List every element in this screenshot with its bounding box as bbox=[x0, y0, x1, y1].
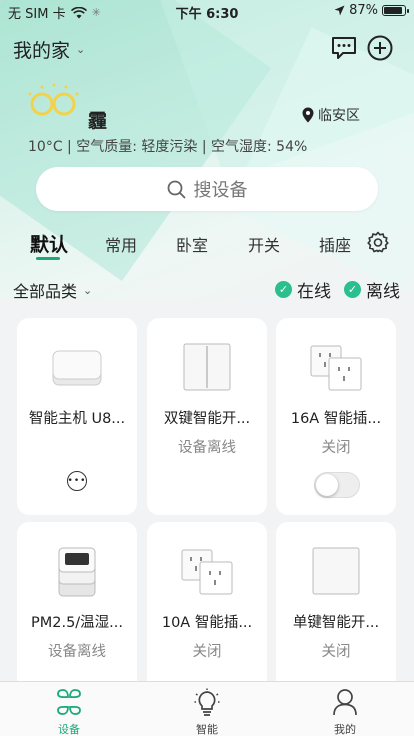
weather-condition: 霾 bbox=[88, 110, 108, 132]
location-arrow-icon bbox=[334, 5, 345, 16]
search-placeholder: 搜设备 bbox=[193, 180, 248, 201]
location[interactable]: 临安区 bbox=[302, 105, 360, 125]
chevron-down-icon: ⌄ bbox=[83, 283, 93, 297]
device-status: 关闭 bbox=[321, 440, 351, 456]
bottom-nav: 设备 智能 我的 bbox=[0, 681, 414, 736]
device-status: 关闭 bbox=[321, 644, 351, 660]
nav-profile[interactable]: 我的 bbox=[276, 682, 414, 736]
single-switch-icon bbox=[312, 547, 360, 595]
tab-default[interactable]: 默认 bbox=[30, 230, 68, 257]
device-card[interactable]: 16A 智能插... 关闭 bbox=[276, 318, 396, 515]
socket-16a-icon bbox=[310, 345, 362, 391]
tab-sockets[interactable]: 插座 bbox=[319, 232, 351, 256]
nav-label: 我的 bbox=[334, 723, 356, 736]
tab-switches[interactable]: 开关 bbox=[248, 232, 280, 256]
hub-icon bbox=[52, 350, 102, 386]
status-bar: 无 SIM 卡 ✳ 下午 6:30 87% bbox=[0, 0, 414, 22]
location-label: 临安区 bbox=[318, 108, 360, 124]
battery-percent: 87% bbox=[349, 3, 378, 18]
room-tabs: 默认 常用 卧室 开关 插座 bbox=[0, 228, 414, 262]
weather-details: 10°C | 空气质量: 轻度污染 | 空气湿度: 54% bbox=[28, 139, 308, 155]
chevron-down-icon: ⌄ bbox=[76, 43, 86, 56]
power-toggle[interactable] bbox=[314, 472, 360, 498]
online-label: 在线 bbox=[297, 282, 331, 302]
home-name: 我的家 bbox=[13, 40, 71, 62]
air-sensor-icon bbox=[58, 547, 96, 597]
active-tab-indicator bbox=[36, 257, 60, 260]
device-status: 设备离线 bbox=[48, 644, 106, 660]
nav-label: 智能 bbox=[196, 723, 218, 736]
device-name: 双键智能开... bbox=[163, 411, 251, 427]
search-icon bbox=[167, 180, 185, 198]
home-selector[interactable]: 我的家 ⌄ bbox=[13, 36, 85, 63]
online-filter[interactable]: ✓ 在线 bbox=[275, 277, 331, 302]
device-name: PM2.5/温湿... bbox=[30, 615, 124, 631]
device-name: 单键智能开... bbox=[292, 615, 380, 631]
offline-filter[interactable]: ✓ 离线 bbox=[344, 277, 400, 302]
category-label: 全部品类 bbox=[13, 282, 78, 301]
message-icon[interactable] bbox=[330, 34, 358, 62]
add-icon[interactable] bbox=[366, 34, 394, 62]
battery-icon bbox=[382, 5, 409, 16]
nav-label: 设备 bbox=[58, 723, 80, 736]
filter-row: 全部品类 ⌄ ✓ 在线 ✓ 离线 bbox=[0, 276, 414, 302]
category-dropdown[interactable]: 全部品类 ⌄ bbox=[13, 278, 92, 302]
tab-frequent[interactable]: 常用 bbox=[105, 232, 137, 256]
check-icon: ✓ bbox=[344, 281, 361, 298]
gear-icon[interactable] bbox=[366, 230, 390, 254]
double-switch-icon bbox=[183, 343, 231, 391]
device-status: 关闭 bbox=[192, 644, 222, 660]
haze-icon bbox=[28, 83, 79, 116]
location-pin-icon bbox=[302, 107, 314, 123]
check-icon: ✓ bbox=[275, 281, 292, 298]
device-name: 16A 智能插... bbox=[290, 411, 382, 427]
device-name: 10A 智能插... bbox=[161, 615, 253, 631]
device-status: 设备离线 bbox=[178, 440, 236, 456]
devices-icon bbox=[57, 689, 81, 715]
nav-devices[interactable]: 设备 bbox=[0, 682, 138, 736]
search-input[interactable]: 搜设备 bbox=[36, 167, 378, 211]
nav-smart[interactable]: 智能 bbox=[138, 682, 276, 736]
device-card[interactable]: 智能主机 U8... ••• bbox=[17, 318, 137, 515]
more-icon[interactable]: ••• bbox=[67, 471, 87, 491]
bulb-icon bbox=[194, 688, 220, 716]
header: 我的家 ⌄ bbox=[0, 30, 414, 66]
device-card[interactable]: 双键智能开... 设备离线 bbox=[147, 318, 267, 515]
socket-10a-icon bbox=[181, 549, 233, 595]
offline-label: 离线 bbox=[366, 282, 400, 302]
tab-bedroom[interactable]: 卧室 bbox=[176, 232, 208, 256]
profile-icon bbox=[333, 689, 357, 716]
device-name: 智能主机 U8... bbox=[28, 411, 126, 427]
